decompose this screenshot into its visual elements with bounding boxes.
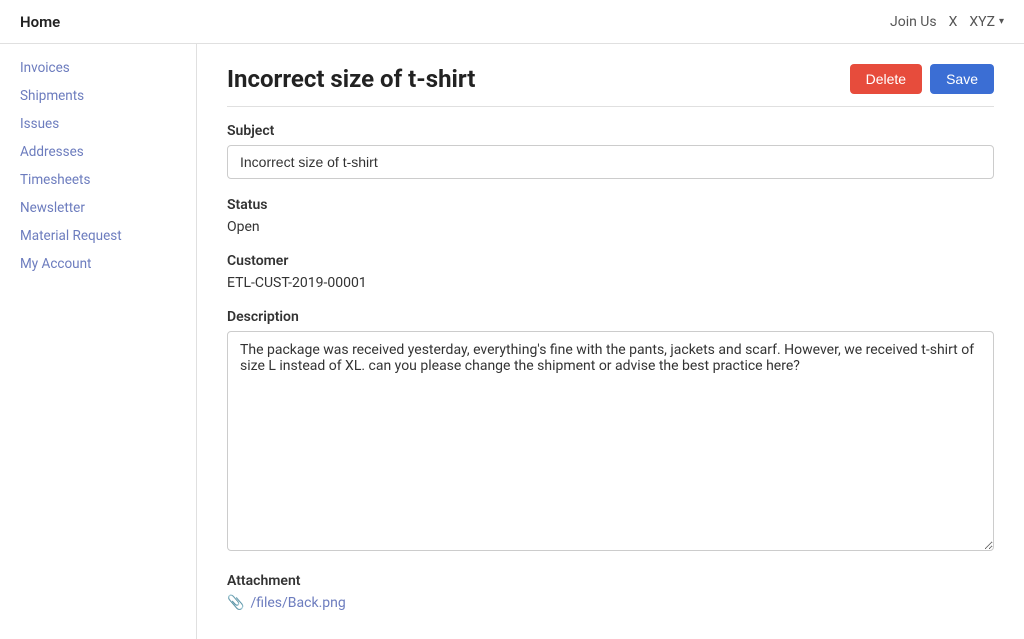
join-us-link[interactable]: Join Us [890,14,937,30]
status-label: Status [227,197,994,213]
description-textarea[interactable]: The package was received yesterday, ever… [227,331,994,551]
sidebar: Invoices Shipments Issues Addresses Time… [0,44,197,639]
x-button[interactable]: X [949,14,958,30]
top-nav: Home Join Us X XYZ ▾ [0,0,1024,44]
page-title: Incorrect size of t-shirt [227,65,475,93]
subject-field-group: Subject [227,123,994,179]
paperclip-icon: 📎 [227,595,244,611]
attachment-link[interactable]: /files/Back.png [250,595,345,611]
save-button[interactable]: Save [930,64,994,94]
delete-button[interactable]: Delete [850,64,922,94]
status-field-group: Status Open [227,197,994,235]
app-title: Home [20,13,60,31]
nav-right: Join Us X XYZ ▾ [890,14,1004,30]
sidebar-item-my-account[interactable]: My Account [0,250,196,278]
sidebar-item-newsletter[interactable]: Newsletter [0,194,196,222]
page-header: Incorrect size of t-shirt Delete Save [227,64,994,107]
customer-label: Customer [227,253,994,269]
sidebar-item-invoices[interactable]: Invoices [0,54,196,82]
subject-input[interactable] [227,145,994,179]
main-content: Incorrect size of t-shirt Delete Save Su… [197,44,1024,639]
sidebar-item-shipments[interactable]: Shipments [0,82,196,110]
subject-label: Subject [227,123,994,139]
layout: Invoices Shipments Issues Addresses Time… [0,44,1024,639]
user-name: XYZ [969,14,995,30]
chevron-down-icon: ▾ [999,16,1004,27]
status-value: Open [227,219,994,235]
sidebar-item-addresses[interactable]: Addresses [0,138,196,166]
description-field-group: Description The package was received yes… [227,309,994,555]
attachment-label: Attachment [227,573,994,589]
attachment-field-group: Attachment 📎 /files/Back.png [227,573,994,611]
sidebar-item-material-request[interactable]: Material Request [0,222,196,250]
customer-field-group: Customer ETL-CUST-2019-00001 [227,253,994,291]
sidebar-item-issues[interactable]: Issues [0,110,196,138]
header-buttons: Delete Save [850,64,994,94]
sidebar-item-timesheets[interactable]: Timesheets [0,166,196,194]
user-menu[interactable]: XYZ ▾ [969,14,1004,30]
customer-value: ETL-CUST-2019-00001 [227,275,994,291]
description-label: Description [227,309,994,325]
attachment-row: 📎 /files/Back.png [227,595,994,611]
